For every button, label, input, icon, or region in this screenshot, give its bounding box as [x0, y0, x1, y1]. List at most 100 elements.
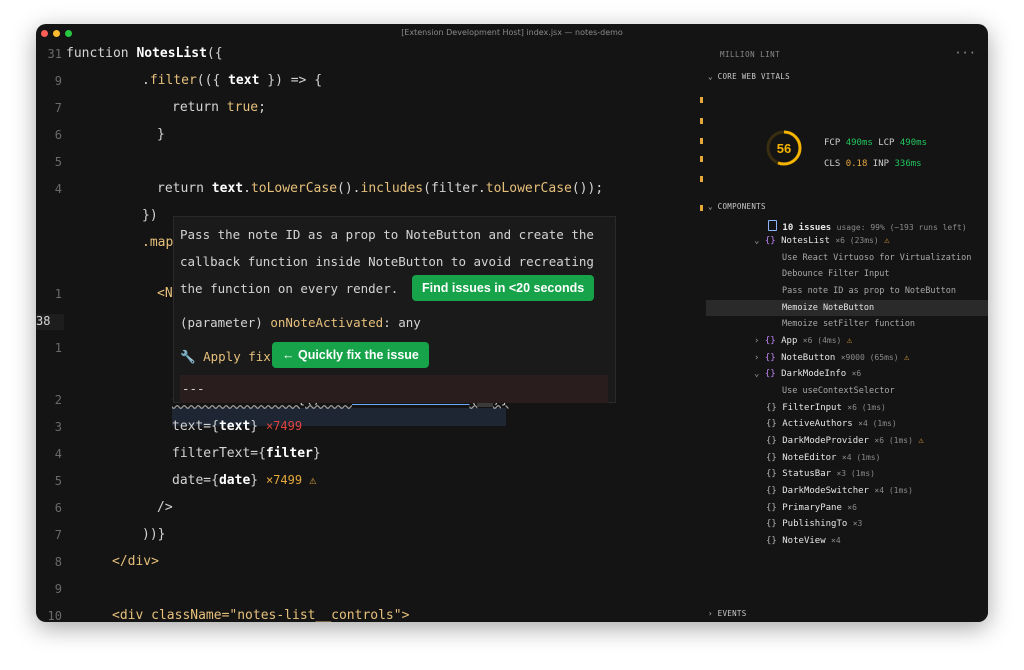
render-count-badge[interactable]: ×7499 — [266, 419, 302, 433]
chevron-down-icon: ⌄ — [708, 202, 713, 211]
component-icon: {} — [766, 436, 777, 446]
tooltip-message: Pass the note ID as a prop to NoteButton… — [180, 227, 594, 242]
component-icon: {} — [764, 236, 776, 246]
tooltip-separator: --- — [180, 375, 608, 403]
line-number: 9 — [54, 582, 62, 596]
code-line: text={text} ×7499 — [172, 419, 303, 434]
warning-marker — [700, 205, 703, 211]
window-title: [Extension Development Host] index.jsx —… — [401, 28, 623, 37]
current-line-number: 38 — [36, 314, 64, 330]
tree-component[interactable]: {} FilterInput ×6 (1ms) — [706, 400, 988, 416]
warning-marker — [700, 97, 703, 103]
title-bar: [Extension Development Host] index.jsx —… — [36, 24, 988, 42]
code-editor[interactable]: 31 9 7 6 5 4 1 38 1 2 3 4 5 6 7 8 9 10 f… — [36, 42, 698, 622]
tree-component[interactable]: {} NoteView ×4 — [706, 533, 988, 549]
code-line: } — [157, 127, 165, 142]
code-line: </div> — [112, 554, 159, 569]
tree-component[interactable]: {} NoteEditor ×4 (1ms) — [706, 450, 988, 466]
line-number: 1 — [54, 287, 62, 301]
parameter-signature: (parameter) onNoteActivated: any — [180, 315, 421, 330]
component-icon: {} — [766, 486, 777, 496]
line-number: 4 — [54, 182, 62, 196]
tree-component[interactable]: › {} NoteButton ×9000 (65ms) ⚠ — [706, 350, 988, 366]
section-core-web-vitals[interactable]: ⌄ CORE WEB VITALS — [708, 72, 790, 81]
apply-fix-link[interactable]: 🔧 Apply fix — [180, 349, 271, 365]
line-number: 1 — [54, 341, 62, 355]
tree-suggestion[interactable]: Pass note ID as prop to NoteButton — [706, 283, 988, 299]
component-icon: {} — [766, 403, 777, 413]
component-icon: {} — [766, 519, 777, 529]
tree-component[interactable]: {} ActiveAuthors ×4 (1ms) — [706, 416, 988, 432]
line-number: 6 — [54, 128, 62, 142]
score-gauge: 56 — [766, 130, 802, 166]
panel-title: MILLION LINT — [720, 50, 781, 59]
hover-tooltip: Pass the note ID as a prop to NoteButton… — [173, 216, 616, 403]
chevron-down-icon: ⌄ — [708, 72, 713, 81]
code-line: filterText={filter} — [172, 446, 321, 461]
warning-marker — [700, 156, 703, 162]
quick-fix-button[interactable]: ← Quickly fix the issue — [272, 342, 429, 368]
warning-icon: ⚠ — [918, 436, 924, 446]
code-line: .filter(({ text }) => { — [142, 73, 323, 88]
line-number: 2 — [54, 393, 62, 407]
code-line: ))} — [142, 527, 166, 542]
line-number: 5 — [54, 474, 62, 488]
chevron-right-icon: › — [754, 336, 760, 346]
component-icon: {} — [766, 419, 777, 429]
code-line: return true; — [172, 100, 266, 115]
issues-summary[interactable]: 10 issues usage: 99% (~193 runs left) — [706, 217, 988, 233]
tree-component[interactable]: {} DarkModeSwitcher ×4 (1ms) — [706, 483, 988, 499]
chevron-down-icon: ⌄ — [754, 236, 760, 246]
million-lint-panel: MILLION LINT ··· ⌄ CORE WEB VITALS 56 FC… — [706, 42, 988, 622]
component-icon: {} — [766, 503, 777, 513]
line-number: 31 — [47, 47, 62, 61]
component-icon: {} — [766, 453, 777, 463]
vital-fcp-lcp: FCP 490ms LCP 490ms — [824, 138, 927, 148]
line-number: 7 — [54, 528, 62, 542]
code-line: date={date} ×7499 ⚠ — [172, 473, 317, 488]
warning-icon: ⚠ — [846, 336, 853, 346]
warning-marker — [700, 176, 703, 182]
file-icon — [768, 220, 777, 231]
section-components[interactable]: ⌄ COMPONENTS — [708, 202, 766, 211]
tree-component[interactable]: {} DarkModeProvider ×6 (1ms) ⚠ — [706, 433, 988, 449]
component-icon: {} — [764, 353, 776, 363]
warning-icon: ⚠ — [884, 236, 890, 246]
tooltip-message: callback function inside NoteButton to a… — [180, 254, 594, 269]
component-icon: {} — [766, 536, 777, 546]
warning-marker — [700, 138, 703, 144]
tree-component[interactable]: {} PrimaryPane ×6 — [706, 500, 988, 516]
more-actions-icon[interactable]: ··· — [954, 46, 976, 60]
tree-suggestion-selected[interactable]: Memoize NoteButton — [706, 300, 988, 316]
line-number: 8 — [54, 555, 62, 569]
code-line: <div className="notes-list__controls"> — [112, 608, 410, 622]
component-icon: {} — [764, 336, 776, 346]
tree-component[interactable]: {} StatusBar ×3 (1ms) — [706, 466, 988, 482]
tree-component[interactable]: ⌄ {} DarkModeInfo ×6 — [706, 366, 988, 382]
code-line: .map — [142, 235, 174, 250]
tree-suggestion[interactable]: Debounce Filter Input — [706, 266, 988, 282]
line-number: 9 — [54, 74, 62, 88]
warning-icon: ⚠ — [903, 353, 910, 363]
line-number: 6 — [54, 501, 62, 515]
code-line: }) — [142, 208, 158, 223]
line-number: 7 — [54, 101, 62, 115]
tree-suggestion[interactable]: Use useContextSelector — [706, 383, 988, 399]
component-icon: {} — [766, 469, 777, 479]
tree-component[interactable]: › {} App ×6 (4ms) ⚠ — [706, 333, 988, 349]
warning-marker — [700, 118, 703, 124]
render-count-badge[interactable]: ×7499 ⚠ — [266, 473, 317, 487]
line-number: 5 — [54, 155, 62, 169]
tree-component[interactable]: {} PublishingTo ×3 — [706, 516, 988, 532]
tree-suggestion[interactable]: Use React Virtuoso for Virtualization — [706, 250, 988, 266]
tree-suggestion[interactable]: Memoize setFilter function — [706, 316, 988, 332]
code-line: <N — [157, 286, 173, 301]
tree-component[interactable]: ⌄ {} NotesList ×6 (23ms) ⚠ — [706, 233, 988, 249]
find-issues-button[interactable]: Find issues in <20 seconds — [412, 275, 595, 301]
section-events[interactable]: › EVENTS — [708, 609, 747, 618]
vital-cls-inp: CLS 0.18 INP 336ms — [824, 159, 922, 169]
chevron-right-icon: › — [708, 609, 713, 618]
chevron-down-icon: ⌄ — [754, 369, 760, 379]
code-line: /> — [157, 500, 173, 515]
line-number: 3 — [54, 420, 62, 434]
